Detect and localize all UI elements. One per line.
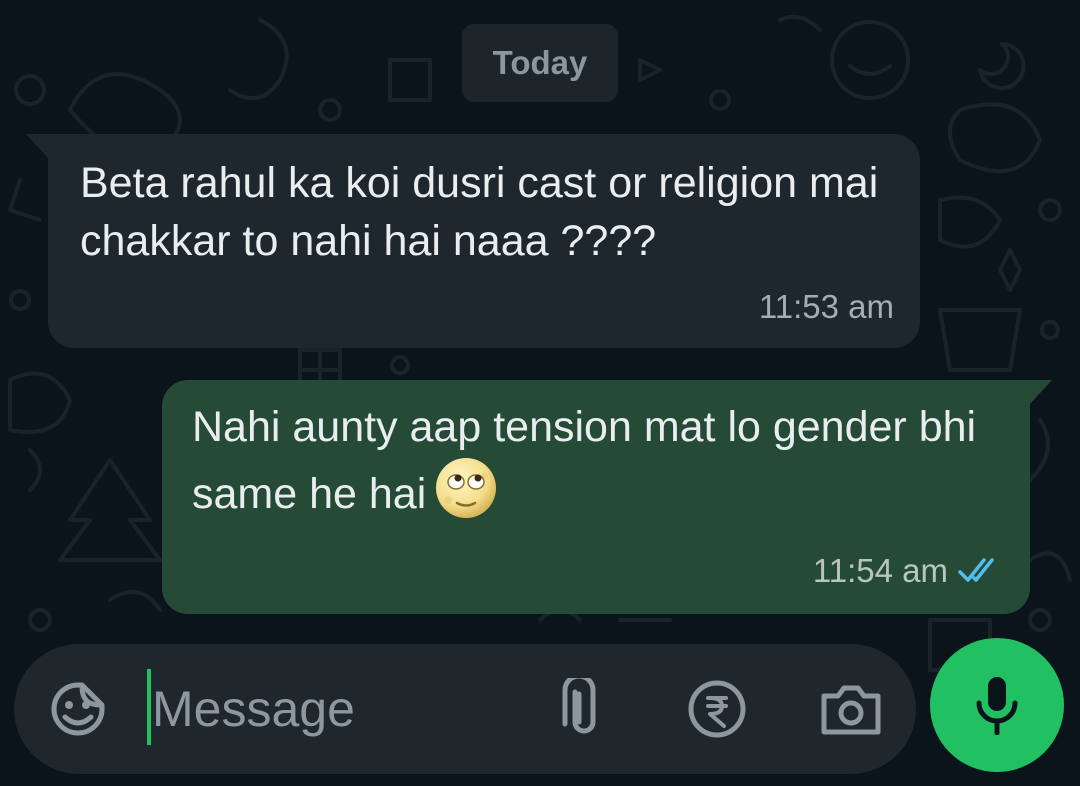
microphone-icon [976,677,1018,735]
read-double-check-icon [958,558,994,582]
message-composer [14,644,916,774]
incoming-message-bubble[interactable]: Beta rahul ka koi dusri cast or religion… [26,134,920,348]
date-divider-today: Today [462,24,618,102]
message-input[interactable] [152,664,532,754]
outgoing-message-meta: 11:54 am [813,542,1004,600]
outgoing-bubble-tail [1030,380,1052,404]
voice-record-button[interactable] [930,638,1064,772]
payment-button[interactable] [686,678,748,740]
sticker-emoji-button[interactable] [48,679,108,739]
outgoing-message-time: 11:54 am [812,552,948,589]
incoming-message-time: 11:53 am [758,288,894,325]
incoming-message-text: Beta rahul ka koi dusri cast or religion… [80,159,879,265]
incoming-message-meta: 11:53 am [759,278,894,336]
chat-screen: Today Beta rahul ka koi dusri cast or re… [0,0,1080,786]
paperclip-icon [562,678,596,734]
text-cursor [147,669,151,745]
outgoing-message-content: Nahi aunty aap tension mat lo gender bhi… [192,398,1000,523]
outgoing-message-text: Nahi aunty aap tension mat lo gender bhi… [192,403,977,518]
outgoing-message-bubble[interactable]: Nahi aunty aap tension mat lo gender bhi… [162,380,1052,614]
incoming-bubble-tail [26,134,48,158]
attach-button[interactable] [556,678,602,740]
rupee-payment-icon [688,680,746,738]
camera-button[interactable] [820,680,882,738]
camera-icon [821,685,881,735]
sticker-emoji-icon [51,682,105,736]
face-with-rolling-eyes-moon-emoji [436,458,497,518]
